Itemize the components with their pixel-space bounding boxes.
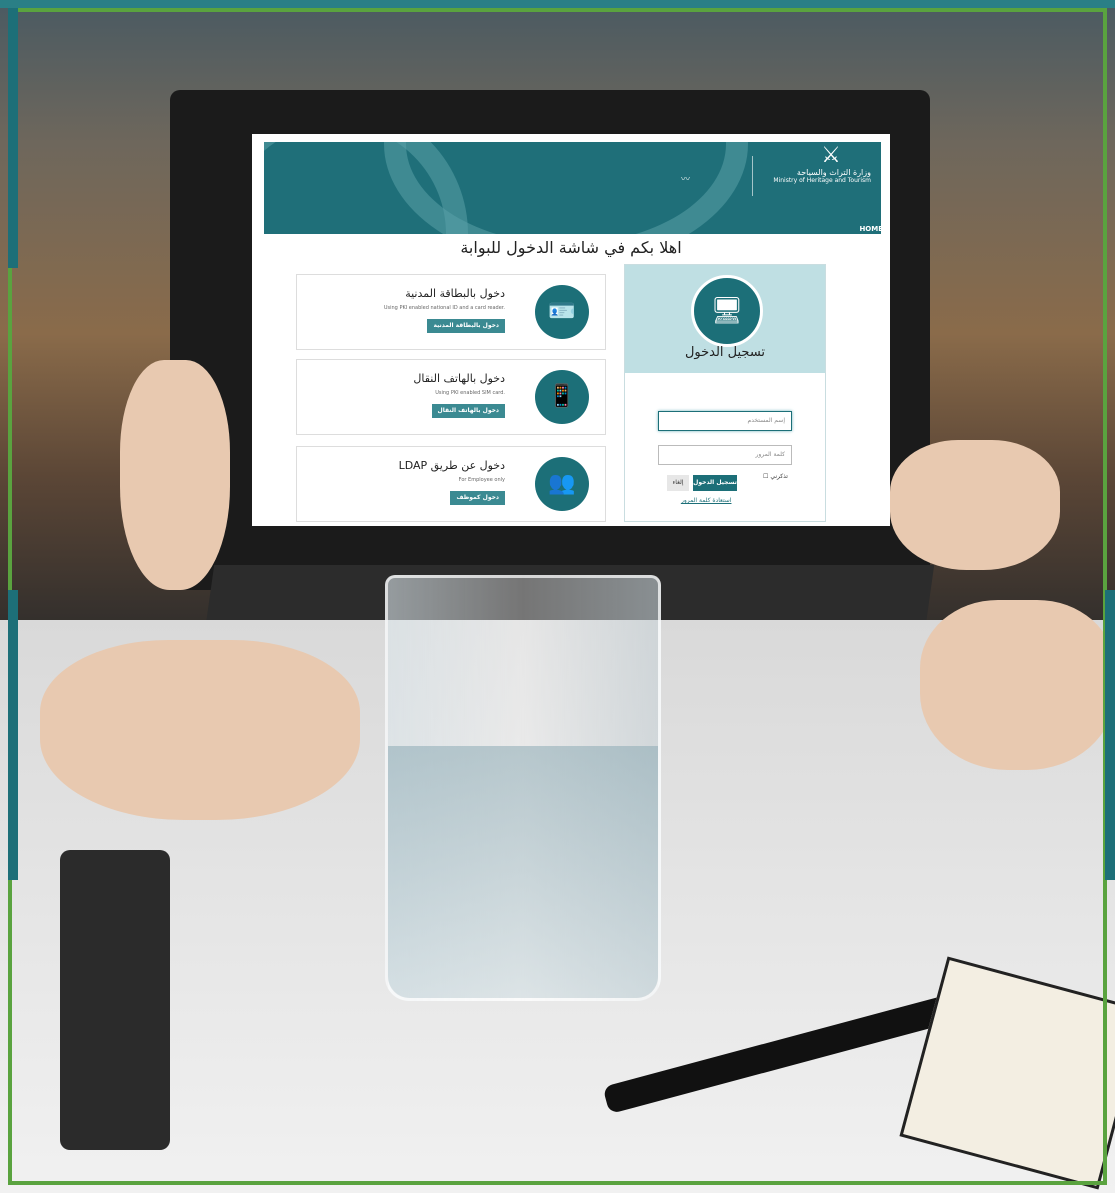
portal-screen: 〰︎ ⚔ وزارة التراث والسياحة Ministry of H… bbox=[252, 134, 890, 526]
username-input[interactable]: إسم المستخدم bbox=[658, 411, 792, 431]
frame-teal-left-lower bbox=[8, 590, 18, 880]
mobile-login-button[interactable]: دخول بالهاتف النقال bbox=[431, 404, 505, 418]
ministry-name-en: Ministry of Heritage and Tourism bbox=[773, 177, 871, 184]
remember-me[interactable]: تذكرني ☐ bbox=[763, 473, 788, 480]
mobile-phone-icon: 📱 bbox=[535, 370, 589, 424]
frame-top-bar bbox=[0, 0, 1115, 8]
home-link[interactable]: HOME bbox=[859, 225, 881, 233]
ministry-name-ar: وزارة التراث والسياحة bbox=[796, 168, 871, 177]
option-title: دخول عن طريق LDAP bbox=[398, 459, 505, 472]
employees-network-icon: 👥 bbox=[535, 457, 589, 511]
option-title: دخول بالهاتف النقال bbox=[413, 372, 505, 385]
employee-login-button[interactable]: دخول كموظف bbox=[450, 491, 505, 505]
welcome-heading: اهلا بكم في شاشة الدخول للبوابة bbox=[460, 238, 682, 257]
remember-label: تذكرني bbox=[770, 473, 788, 480]
ministry-logo: ⚔ وزارة التراث والسياحة Ministry of Heri… bbox=[761, 143, 871, 185]
password-input[interactable]: كلمة المرور bbox=[658, 445, 792, 465]
forgot-password-link[interactable]: استعادة كلمة المرور bbox=[681, 497, 731, 504]
nav-bar: HOME bbox=[276, 222, 881, 234]
frame-teal-left bbox=[8, 8, 18, 268]
frame-teal-right bbox=[1105, 590, 1115, 880]
remember-checkbox[interactable]: ☐ bbox=[763, 473, 768, 480]
login-panel: 🖥 تسجيل الدخول إسم المستخدم كلمة المرور … bbox=[624, 264, 826, 522]
option-ldap: 👥 دخول عن طريق LDAP For Employee only دخ… bbox=[296, 446, 606, 522]
option-title: دخول بالبطاقة المدنية bbox=[405, 287, 505, 300]
login-button[interactable]: تسجيل الدخول bbox=[693, 475, 737, 491]
option-subtitle: Using PKI enabled SIM card. bbox=[435, 390, 505, 396]
header-banner: 〰︎ ⚔ وزارة التراث والسياحة Ministry of H… bbox=[264, 142, 881, 234]
cancel-button[interactable]: إلغاء bbox=[667, 475, 689, 491]
national-id-login-button[interactable]: دخول بالبطاقة المدنية bbox=[427, 319, 505, 333]
login-header: 🖥 تسجيل الدخول bbox=[625, 265, 825, 373]
user-computer-icon: 🖥 bbox=[691, 275, 763, 347]
login-title: تسجيل الدخول bbox=[684, 345, 766, 360]
banner-swoosh-2 bbox=[384, 142, 748, 234]
option-subtitle: Using PKI enabled national ID and a card… bbox=[383, 305, 505, 311]
tourism-sign-icon: 〰︎ bbox=[681, 175, 691, 185]
option-national-id: 🪪 دخول بالبطاقة المدنية Using PKI enable… bbox=[296, 274, 606, 350]
id-card-icon: 🪪 bbox=[535, 285, 589, 339]
oman-emblem-icon: ⚔ bbox=[821, 143, 841, 168]
option-mobile: 📱 دخول بالهاتف النقال Using PKI enabled … bbox=[296, 359, 606, 435]
option-subtitle: For Employee only bbox=[458, 477, 505, 483]
banner-divider bbox=[752, 156, 753, 196]
